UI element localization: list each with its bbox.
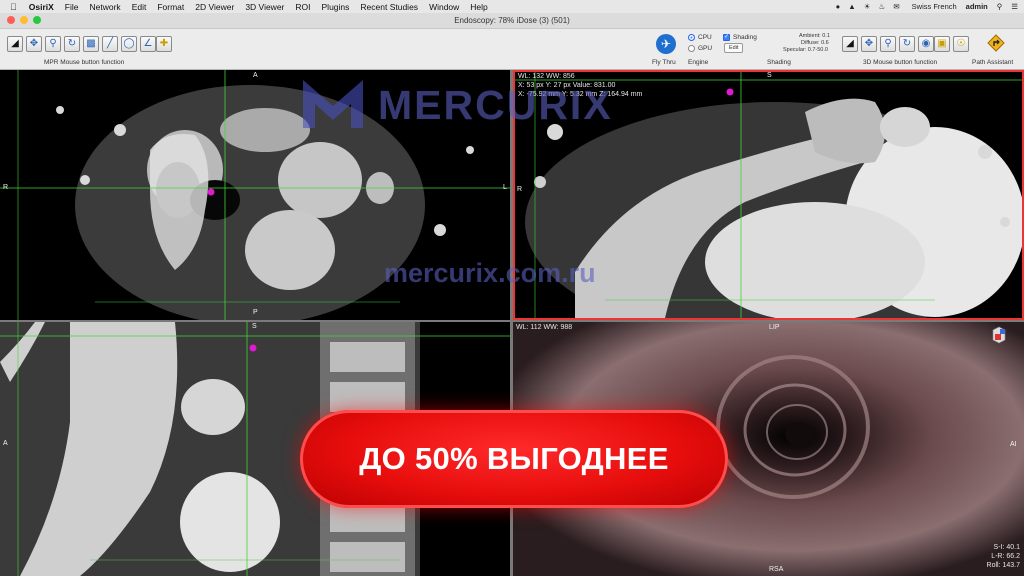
horizontal-splitter[interactable] bbox=[0, 320, 1024, 322]
coronal-orient-right: L bbox=[1014, 186, 1018, 193]
menu-format[interactable]: Format bbox=[157, 2, 184, 12]
search-icon[interactable]: ⚲ bbox=[997, 2, 1003, 11]
wl-ww-tool-icon[interactable]: ◢ bbox=[7, 36, 23, 52]
path-assistant-label: Path Assistant bbox=[972, 59, 1014, 66]
fly-thru-plane-icon[interactable]: ✈ bbox=[656, 34, 676, 54]
watermark-url: mercurix.com.ru bbox=[384, 258, 596, 288]
mpr-mouse-label: MPR Mouse button function bbox=[44, 59, 125, 66]
coronal-wlww: WL: 132 WW: 856 bbox=[518, 73, 575, 80]
engine-label: Engine bbox=[688, 59, 709, 66]
engine-gpu-radio[interactable] bbox=[688, 45, 695, 52]
mercurix-logo-icon bbox=[297, 72, 369, 134]
move-3d-tool-icon[interactable]: ✥ bbox=[861, 36, 877, 52]
target-tool-icon[interactable]: ☉ bbox=[953, 36, 969, 52]
axial-orient-left: R bbox=[3, 184, 9, 191]
axial-orient-top: A bbox=[253, 72, 258, 79]
coronal-orient-left: R bbox=[517, 186, 523, 193]
sagittal-orient-left: A bbox=[3, 440, 8, 447]
fly-thru-label: Fly Thru bbox=[652, 59, 676, 66]
menu-2d-viewer[interactable]: 2D Viewer bbox=[195, 2, 234, 12]
status-icons[interactable]: ● ▲ ☀ ♨ ✉ bbox=[836, 2, 903, 11]
apple-menu-icon[interactable]:  bbox=[10, 2, 17, 12]
orientation-cube-icon[interactable] bbox=[991, 326, 1007, 344]
menu-plugins[interactable]: Plugins bbox=[322, 2, 350, 12]
window-title: Endoscopy: 78% iDose (3) (501) bbox=[454, 16, 570, 25]
menu-3d-viewer[interactable]: 3D Viewer bbox=[245, 2, 284, 12]
crosshair-tool-icon[interactable]: ✚ bbox=[156, 36, 172, 52]
menubar-status-area: ● ▲ ☀ ♨ ✉ Swiss French admin ⚲ ☰ bbox=[836, 0, 1018, 13]
rotate-3d-tool-icon[interactable]: ↻ bbox=[899, 36, 915, 52]
ambient-value: Ambient: 0.1 bbox=[799, 33, 830, 39]
path-assistant-icon[interactable] bbox=[987, 34, 1005, 52]
axial-orient-bottom: P bbox=[253, 309, 258, 316]
menu-help[interactable]: Help bbox=[470, 2, 487, 12]
shading-checkbox[interactable]: ✓ bbox=[723, 34, 730, 41]
zoom-3d-tool-icon[interactable]: ⚲ bbox=[880, 36, 896, 52]
scroll-tool-icon[interactable]: ▩ bbox=[83, 36, 99, 52]
watermark-logo-text: MERCURIX bbox=[378, 82, 613, 128]
engine-gpu-label: GPU bbox=[698, 45, 713, 52]
menu-roi[interactable]: ROI bbox=[295, 2, 310, 12]
diffuse-value: Diffuse: 0.6 bbox=[801, 40, 829, 46]
rotate-tool-icon[interactable]: ↻ bbox=[64, 36, 80, 52]
endoscopy-orient-bottom: RSA bbox=[769, 566, 784, 573]
endoscopy-orient-right: AI bbox=[1010, 441, 1017, 448]
endoscopy-si: S-I: 40.1 bbox=[993, 544, 1020, 551]
user-menu[interactable]: admin bbox=[966, 2, 988, 11]
window-titlebar: Endoscopy: 78% iDose (3) (501) bbox=[0, 13, 1024, 29]
axial-orient-right: L bbox=[503, 184, 507, 191]
move-tool-icon[interactable]: ✥ bbox=[26, 36, 42, 52]
menu-recent-studies[interactable]: Recent Studies bbox=[360, 2, 418, 12]
shading-checkbox-label: Shading bbox=[733, 34, 757, 41]
shading-section-label: Shading bbox=[767, 59, 791, 66]
endoscopy-lr: L-R: 66.2 bbox=[991, 553, 1020, 560]
toolbar: ◢ ✥ ⚲ ↻ ▩ ╱ ◯ ∠ ✚ MPR Mouse button funct… bbox=[0, 29, 1024, 70]
input-source[interactable]: Swiss French bbox=[912, 2, 957, 11]
menu-file[interactable]: File bbox=[65, 2, 79, 12]
engine-cpu-radio[interactable] bbox=[688, 34, 695, 41]
specular-value: Specular: 0.7-50.0 bbox=[783, 47, 828, 53]
app-menu[interactable]: OsiriX bbox=[29, 2, 54, 12]
menu-edit[interactable]: Edit bbox=[132, 2, 147, 12]
mouse-3d-label: 3D Mouse button function bbox=[863, 59, 938, 66]
menubar:  OsiriX File Network Edit Format 2D Vie… bbox=[0, 0, 1024, 13]
promo-banner[interactable]: ДО 50% ВЫГОДНЕЕ bbox=[300, 410, 728, 508]
engine-cpu-label: CPU bbox=[698, 34, 712, 41]
endoscopy-wlww: WL: 112 WW: 988 bbox=[516, 324, 573, 331]
sagittal-orient-top: S bbox=[252, 323, 257, 330]
menu-window[interactable]: Window bbox=[429, 2, 459, 12]
coronal-orient-top: S bbox=[767, 72, 772, 79]
menu-network[interactable]: Network bbox=[90, 2, 121, 12]
shading-edit-button[interactable]: Edit bbox=[724, 43, 744, 53]
wl-ww-3d-tool-icon[interactable]: ◢ bbox=[842, 36, 858, 52]
angle-tool-icon[interactable]: ∠ bbox=[140, 36, 156, 52]
endoscopy-roll: Roll: 143.7 bbox=[986, 562, 1020, 569]
zoom-tool-icon[interactable]: ⚲ bbox=[45, 36, 61, 52]
camera-rotate-tool-icon[interactable]: ◉ bbox=[918, 36, 934, 52]
oval-tool-icon[interactable]: ◯ bbox=[121, 36, 137, 52]
camera-tool-icon[interactable]: ▣ bbox=[934, 36, 950, 52]
length-tool-icon[interactable]: ╱ bbox=[102, 36, 118, 52]
promo-banner-text: ДО 50% ВЫГОДНЕЕ bbox=[359, 441, 669, 476]
endoscopy-orient-top: LIP bbox=[769, 324, 780, 331]
menu-list-icon[interactable]: ☰ bbox=[1011, 2, 1018, 11]
